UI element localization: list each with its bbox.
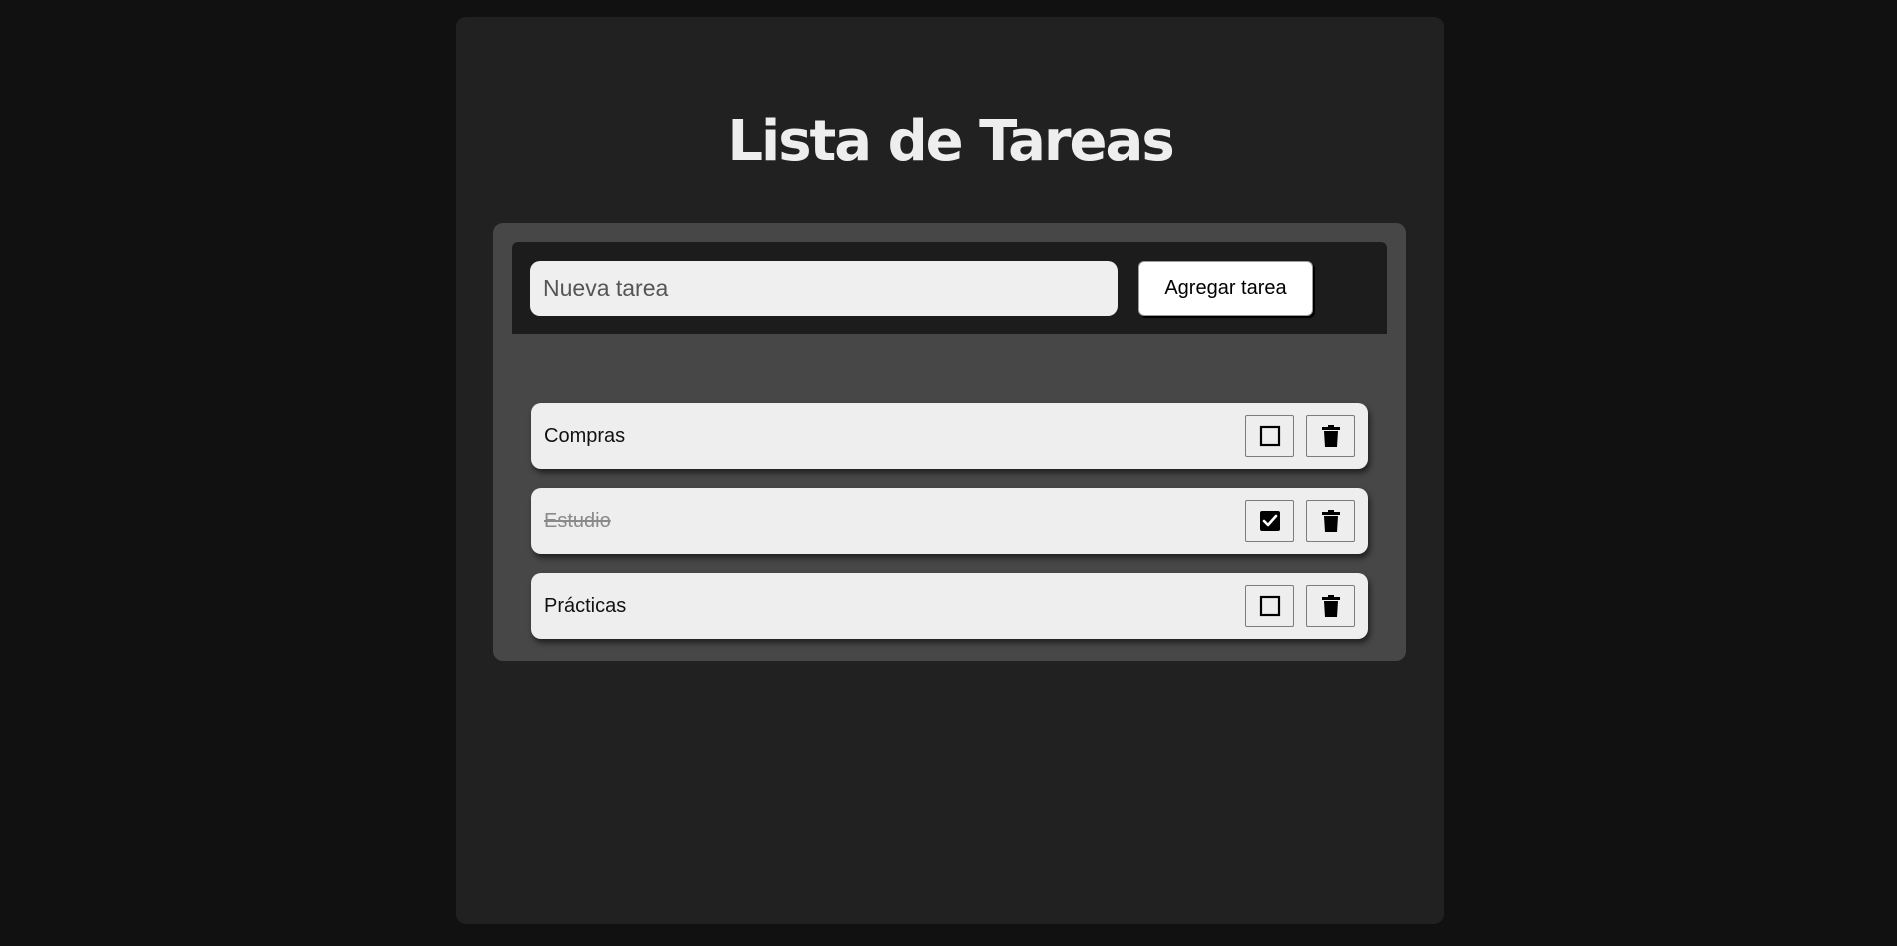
checkbox-checked-icon <box>1259 511 1280 531</box>
task-list: Compras Estudio Prácticas <box>531 403 1368 658</box>
checkbox-empty-icon <box>1259 595 1280 617</box>
new-task-input[interactable] <box>530 261 1118 316</box>
todo-panel: Agregar tarea Compras <box>493 223 1406 661</box>
trash-icon <box>1321 595 1340 617</box>
task-item: Prácticas <box>531 573 1368 639</box>
todo-app: Lista de Tareas Agregar tarea Compras <box>456 17 1444 924</box>
task-text: Compras <box>544 425 626 447</box>
checkbox-empty-icon <box>1259 425 1280 447</box>
toggle-complete-button[interactable] <box>1245 585 1294 627</box>
task-item: Estudio <box>531 488 1368 554</box>
delete-task-button[interactable] <box>1306 585 1355 627</box>
add-task-button[interactable]: Agregar tarea <box>1138 261 1313 316</box>
delete-task-button[interactable] <box>1306 500 1355 542</box>
task-item: Compras <box>531 403 1368 469</box>
trash-icon <box>1321 510 1340 532</box>
delete-task-button[interactable] <box>1306 415 1355 457</box>
task-text: Estudio <box>544 510 611 532</box>
toggle-complete-button[interactable] <box>1245 500 1294 542</box>
toggle-complete-button[interactable] <box>1245 415 1294 457</box>
page-title: Lista de Tareas <box>727 109 1174 174</box>
trash-icon <box>1321 425 1340 447</box>
task-text: Prácticas <box>544 595 627 617</box>
add-task-form: Agregar tarea <box>512 242 1387 334</box>
